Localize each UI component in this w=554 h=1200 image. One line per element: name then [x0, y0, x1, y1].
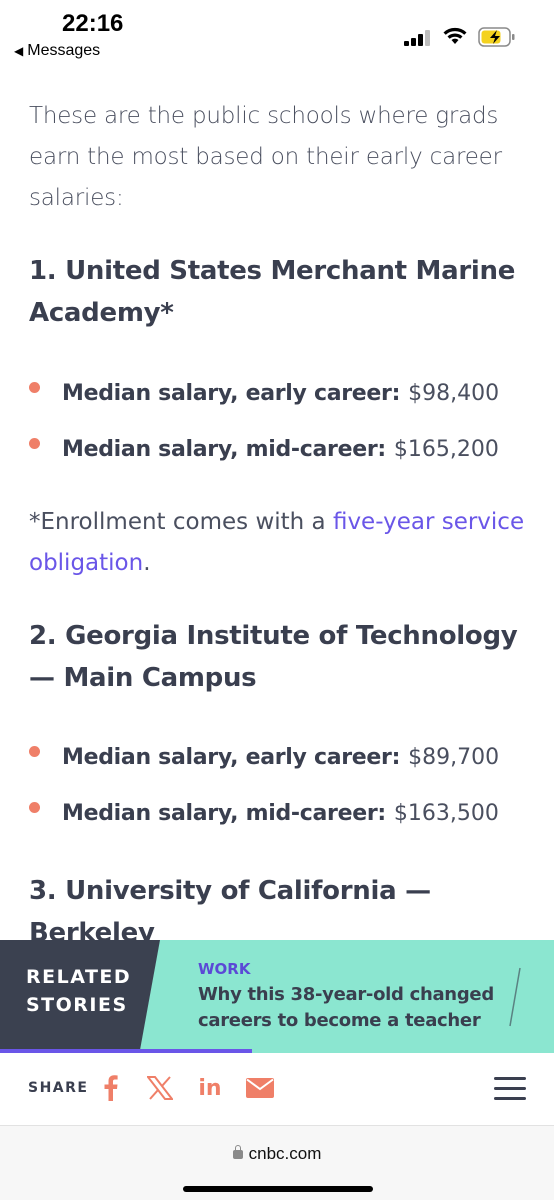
- list-item: Median salary, mid-career: $163,500: [29, 801, 499, 826]
- bullet-dot-icon: [29, 438, 40, 449]
- x-icon[interactable]: [146, 1071, 174, 1105]
- salary-label: Median salary, mid-career:: [62, 437, 386, 462]
- back-to-messages-button[interactable]: ◀ Messages: [14, 42, 100, 60]
- bullet-dot-icon: [29, 802, 40, 813]
- battery-charging-icon: [478, 27, 515, 47]
- related-story-link[interactable]: Why this 38-year-old changed careers to …: [198, 982, 498, 1034]
- share-label: SHARE: [28, 1080, 89, 1096]
- salary-value: $165,200: [393, 437, 499, 462]
- salary-value: $89,700: [408, 745, 500, 770]
- status-time: 22:16: [62, 10, 124, 37]
- related-stories-banner[interactable]: RELATED STORIES WORK Why this 38-year-ol…: [0, 940, 554, 1053]
- note-text: *Enrollment comes with a: [29, 509, 333, 535]
- salary-value: $98,400: [408, 381, 500, 406]
- status-bar: 22:16 ◀ Messages: [0, 0, 554, 70]
- list-item: Median salary, early career: $98,400: [29, 381, 499, 406]
- related-label-line1: RELATED: [26, 966, 132, 988]
- related-stories-label: RELATED STORIES: [0, 940, 160, 1050]
- article-intro: These are the public schools where grads…: [29, 96, 529, 219]
- share-bar: SHARE in: [0, 1053, 554, 1125]
- salary-label: Median salary, early career:: [62, 745, 401, 770]
- slash-divider-icon: [509, 967, 521, 1027]
- email-icon[interactable]: [245, 1071, 275, 1105]
- school-heading-2: 2. Georgia Institute of Technology — Mai…: [29, 621, 518, 693]
- url-text: cnbc.com: [248, 1144, 322, 1163]
- address-display[interactable]: cnbc.com: [0, 1144, 554, 1164]
- bullet-dot-icon: [29, 382, 40, 393]
- note-period: .: [143, 550, 151, 576]
- school-heading-1: 1. United States Merchant Marine Academy…: [29, 256, 516, 328]
- salary-value: $163,500: [393, 801, 499, 826]
- intro-paragraph: These are the public schools where grads…: [29, 103, 502, 211]
- enrollment-note: *Enrollment comes with a five-year servi…: [29, 502, 529, 584]
- back-app-label: Messages: [27, 42, 101, 59]
- menu-icon[interactable]: [494, 1077, 526, 1101]
- related-kicker: WORK: [198, 960, 251, 978]
- facebook-icon[interactable]: [100, 1071, 122, 1105]
- linkedin-icon[interactable]: in: [197, 1071, 223, 1105]
- home-indicator[interactable]: [183, 1186, 373, 1192]
- list-item: Median salary, early career: $89,700: [29, 745, 499, 770]
- bullet-dot-icon: [29, 746, 40, 757]
- list-item: Median salary, mid-career: $165,200: [29, 437, 499, 462]
- lock-icon: [232, 1145, 243, 1159]
- related-label-line2: STORIES: [26, 994, 128, 1016]
- salary-label: Median salary, early career:: [62, 381, 401, 406]
- triangle-left-icon: ◀: [14, 44, 24, 58]
- wifi-icon: [443, 27, 467, 44]
- browser-url-bar[interactable]: cnbc.com: [0, 1125, 554, 1200]
- salary-label: Median salary, mid-career:: [62, 801, 386, 826]
- cellular-signal-icon: [404, 30, 432, 46]
